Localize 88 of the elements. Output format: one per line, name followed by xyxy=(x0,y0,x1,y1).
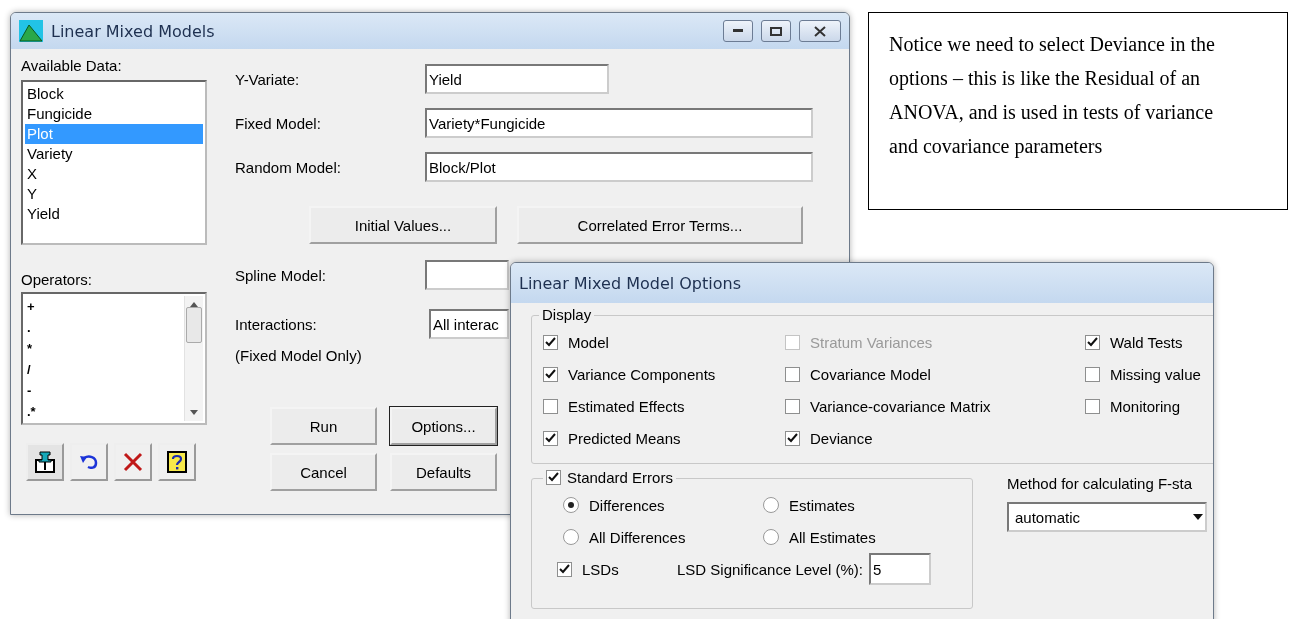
list-item[interactable]: X xyxy=(25,164,203,184)
list-item[interactable]: Variety xyxy=(25,144,203,164)
dialog-button[interactable]: Initial Values... xyxy=(309,206,497,244)
list-item[interactable]: Yield xyxy=(25,204,203,224)
caret-icon xyxy=(1193,514,1203,520)
field-label: Method for calculating F-sta xyxy=(1007,475,1194,492)
minimize-icon xyxy=(733,29,743,33)
option-label: All Estimates xyxy=(789,528,876,546)
text-field[interactable] xyxy=(425,260,509,290)
list-label: Operators: xyxy=(21,271,93,288)
checkbox[interactable] xyxy=(785,366,800,382)
checkbox[interactable] xyxy=(785,430,800,446)
field-label: Fixed Model: xyxy=(235,114,322,132)
close-icon xyxy=(814,25,826,37)
option-label: Wald Tests xyxy=(1110,333,1183,351)
list-item[interactable]: Fungicide xyxy=(25,104,203,124)
scrollbar[interactable] xyxy=(184,296,203,421)
field-label: Y-Variate: xyxy=(235,70,301,88)
field-label: Interactions: xyxy=(235,315,318,333)
radio-button[interactable] xyxy=(563,529,579,545)
scroll-down-icon[interactable] xyxy=(190,410,198,415)
list-item[interactable]: . xyxy=(25,317,184,338)
checkbox[interactable] xyxy=(546,470,561,485)
maximize-icon xyxy=(770,26,782,36)
scroll-thumb[interactable] xyxy=(186,307,202,343)
minimize-button[interactable] xyxy=(723,20,753,42)
close-button[interactable] xyxy=(799,20,841,42)
help-icon xyxy=(167,451,187,473)
field-label: LSD Significance Level (%): xyxy=(677,560,863,578)
list-item[interactable]: Y xyxy=(25,184,203,204)
option-label: Variance Components xyxy=(568,365,716,383)
pin-button[interactable] xyxy=(26,443,64,481)
dialog-button[interactable]: Correlated Error Terms... xyxy=(517,206,803,244)
list-item[interactable]: / xyxy=(25,359,184,380)
option-label: Stratum Variances xyxy=(810,333,933,351)
checkbox[interactable] xyxy=(543,366,558,382)
option-label: Monitoring xyxy=(1110,397,1181,415)
undo-icon xyxy=(79,455,99,469)
field-label: Random Model: xyxy=(235,158,342,176)
checkbox[interactable] xyxy=(543,334,558,350)
checkbox[interactable] xyxy=(1085,334,1100,350)
text-field[interactable]: Yield xyxy=(425,64,609,94)
option-label: Estimated Effects xyxy=(568,397,685,415)
group-label: Display xyxy=(542,306,592,323)
option-label: Deviance xyxy=(810,429,873,447)
list-item[interactable]: - xyxy=(25,380,184,401)
radio-button[interactable] xyxy=(763,497,779,513)
list-item[interactable]: + xyxy=(25,296,184,317)
dropdown[interactable]: automatic xyxy=(1007,502,1207,532)
field-note: (Fixed Model Only) xyxy=(235,347,362,364)
option-label: LSDs xyxy=(582,560,619,578)
option-label: Predicted Means xyxy=(568,429,681,447)
list-item[interactable]: * xyxy=(25,338,184,359)
radio-button[interactable] xyxy=(563,497,579,513)
dropdown[interactable]: All interac xyxy=(429,309,509,339)
list-item[interactable]: Block xyxy=(25,84,203,104)
window-title: Linear Mixed Models xyxy=(51,21,216,41)
dialog-button[interactable]: Cancel xyxy=(270,453,377,491)
text-field[interactable]: 5 xyxy=(868,553,931,585)
window-title: Linear Mixed Model Options xyxy=(519,273,742,293)
text-field[interactable]: Variety*Fungicide xyxy=(425,108,813,138)
group-label: Standard Errors xyxy=(567,469,673,486)
checkbox[interactable] xyxy=(543,430,558,446)
option-label: Differences xyxy=(589,496,665,514)
note-text: Notice we need to select Deviance in the options – this is like the Residual of an ANOVA, and is used in tests of variance and covariance parameters xyxy=(868,12,1288,210)
list-label: Available Data: xyxy=(21,57,123,74)
checkbox[interactable] xyxy=(1085,366,1100,382)
checkbox[interactable] xyxy=(543,398,558,414)
dialog-button[interactable]: Options... xyxy=(390,407,497,445)
option-label: All Differences xyxy=(589,528,686,546)
option-label: Model xyxy=(568,333,609,351)
text-field[interactable]: Block/Plot xyxy=(425,152,813,182)
option-label: Estimates xyxy=(789,496,855,514)
app-icon xyxy=(19,20,43,42)
checkbox[interactable] xyxy=(557,561,572,577)
maximize-button[interactable] xyxy=(761,20,791,42)
option-label: Variance-covariance Matrix xyxy=(810,397,991,415)
radio-button[interactable] xyxy=(763,529,779,545)
checkbox[interactable] xyxy=(785,398,800,414)
checkbox[interactable] xyxy=(1085,398,1100,414)
dialog-button[interactable]: Defaults xyxy=(390,453,497,491)
close-icon xyxy=(123,452,143,472)
field-label: Spline Model: xyxy=(235,266,327,284)
dialog-button[interactable]: Run xyxy=(270,407,377,445)
pin-icon xyxy=(34,450,56,474)
list-item[interactable]: .* xyxy=(25,401,184,422)
option-label: Covariance Model xyxy=(810,365,931,383)
option-label: Missing value xyxy=(1110,365,1201,383)
